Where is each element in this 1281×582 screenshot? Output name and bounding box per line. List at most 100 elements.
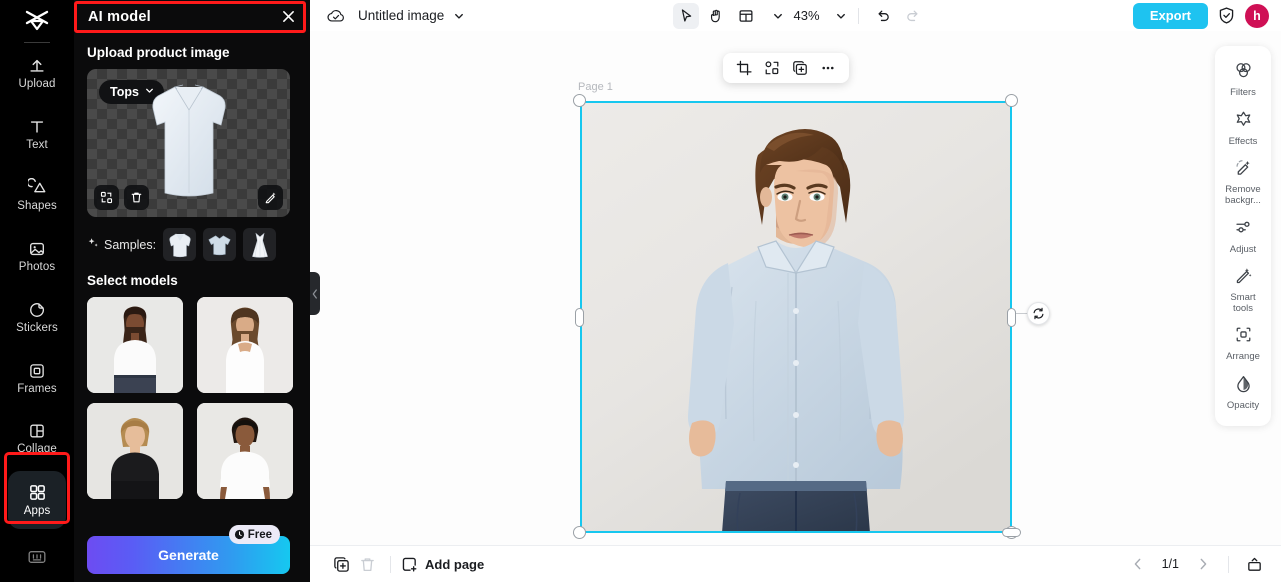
magic-edit-icon[interactable] xyxy=(258,185,283,210)
toolbar-right: Export h xyxy=(1132,2,1269,29)
panel-body: Upload product image Tops Samples: Selec… xyxy=(74,33,310,582)
tool-label: Smart tools xyxy=(1230,292,1256,314)
next-page-button[interactable] xyxy=(1190,551,1216,577)
remove-bg-button[interactable] xyxy=(759,56,785,80)
page-count: 1/1 xyxy=(1161,557,1179,571)
more-button[interactable] xyxy=(815,56,841,80)
tool-adjust[interactable]: Adjust xyxy=(1217,212,1269,261)
add-page-label: Add page xyxy=(425,556,485,572)
keyboard-shortcuts-icon[interactable] xyxy=(0,532,74,582)
model-1[interactable] xyxy=(87,297,183,393)
object-float-toolbar xyxy=(723,53,849,83)
add-page-icon xyxy=(401,556,418,573)
prev-page-button[interactable] xyxy=(1125,551,1151,577)
selection-handle-top-left[interactable] xyxy=(573,94,586,107)
sidebar-item-collage[interactable]: Collage xyxy=(8,410,66,468)
rotate-icon xyxy=(1033,307,1044,320)
models-section-title: Select models xyxy=(87,273,178,288)
sidebar-item-stickers[interactable]: Stickers xyxy=(8,289,66,347)
duplicate-page-icon[interactable] xyxy=(328,551,354,577)
sidebar-item-label: Stickers xyxy=(16,321,58,334)
sidebar-item-shapes[interactable]: Shapes xyxy=(8,167,66,225)
rotate-handle[interactable] xyxy=(1027,302,1050,325)
toolbar-center-tools: 43% xyxy=(672,2,926,29)
tool-effects[interactable]: Effects xyxy=(1217,104,1269,153)
sidebar-item-upload[interactable]: Upload xyxy=(8,45,66,103)
close-icon[interactable] xyxy=(278,7,298,27)
apps-grid-icon xyxy=(28,483,47,502)
layout-tool[interactable] xyxy=(733,3,759,29)
canvas-area[interactable]: Page 1 Filters Effects Remove backgr... … xyxy=(310,31,1281,545)
cloud-saved-icon[interactable] xyxy=(326,7,346,25)
samples-label-group: Samples: xyxy=(87,237,156,252)
document-name[interactable]: Untitled image xyxy=(358,8,444,23)
add-page-button[interactable]: Add page xyxy=(401,556,484,573)
tool-opacity[interactable]: Opacity xyxy=(1217,368,1269,417)
tool-label: Effects xyxy=(1228,135,1258,147)
layout-chevron-down-icon[interactable] xyxy=(772,10,784,22)
tool-arrange[interactable]: Arrange xyxy=(1217,319,1269,368)
crop-icon xyxy=(736,60,752,76)
capcut-logo-icon[interactable] xyxy=(0,4,74,38)
toolbar-divider xyxy=(857,7,859,24)
collage-icon xyxy=(28,422,46,440)
present-button[interactable] xyxy=(1241,551,1267,577)
shapes-icon xyxy=(27,178,47,197)
stickers-icon xyxy=(28,301,46,319)
panel-collapse-handle[interactable] xyxy=(310,272,320,315)
sample-shirt[interactable] xyxy=(163,228,197,261)
top-toolbar: Untitled image 43% Export h xyxy=(310,0,1281,31)
text-icon xyxy=(28,118,46,136)
page-navigation: 1/1 xyxy=(1125,551,1267,577)
tool-smart-tools[interactable]: Smart tools xyxy=(1217,260,1269,319)
tool-label: Filters xyxy=(1230,87,1256,98)
product-image-card[interactable]: Tops xyxy=(87,69,290,217)
shield-check-icon[interactable] xyxy=(1217,6,1236,25)
artboard[interactable] xyxy=(580,101,1012,533)
panel-header: AI model xyxy=(74,0,310,33)
sidebar-item-label: Collage xyxy=(17,443,57,456)
model-3[interactable] xyxy=(87,403,183,499)
zoom-chevron-down-icon[interactable] xyxy=(835,10,847,22)
hand-tool[interactable] xyxy=(703,3,729,29)
undo-icon[interactable] xyxy=(870,3,896,29)
cutout-icon xyxy=(765,61,779,75)
sidebar-item-frames[interactable]: Frames xyxy=(8,349,66,407)
sidebar-item-label: Frames xyxy=(17,382,57,395)
tool-filters[interactable]: Filters xyxy=(1217,55,1269,104)
clock-icon xyxy=(234,529,245,540)
sample-dress[interactable] xyxy=(243,228,277,261)
redo-icon[interactable] xyxy=(900,3,926,29)
selection-handle-top-right[interactable] xyxy=(1005,94,1018,107)
model-4[interactable] xyxy=(197,403,293,499)
sidebar-item-label: Apps xyxy=(23,504,51,517)
tool-label: Adjust xyxy=(1229,243,1257,255)
free-badge: Free xyxy=(228,525,280,544)
sidebar-item-photos[interactable]: Photos xyxy=(8,228,66,286)
filters-icon xyxy=(1234,61,1253,85)
model-2[interactable] xyxy=(197,297,293,393)
trash-icon[interactable] xyxy=(124,185,149,210)
duplicate-button[interactable] xyxy=(787,56,813,80)
delete-page-icon[interactable] xyxy=(354,551,380,577)
export-button[interactable]: Export xyxy=(1132,2,1208,29)
crop-button[interactable] xyxy=(731,56,757,80)
sidebar-item-label: Photos xyxy=(18,260,56,273)
frames-icon xyxy=(28,362,46,380)
left-rail: Upload Text Shapes Photos Stickers Frame… xyxy=(0,0,74,582)
sample-tshirt[interactable] xyxy=(203,228,237,261)
ai-model-panel: AI model Upload product image Tops Sampl… xyxy=(74,0,310,582)
selection-handle-bottom-left[interactable] xyxy=(573,526,586,539)
select-tool[interactable] xyxy=(672,2,699,29)
generated-model-image xyxy=(580,101,1012,533)
main-area: Untitled image 43% Export h Page 1 Filte… xyxy=(310,0,1281,582)
document-chevron-down-icon[interactable] xyxy=(453,10,465,22)
sidebar-item-apps[interactable]: Apps xyxy=(8,471,66,530)
selection-handle-bottom[interactable] xyxy=(1002,528,1021,537)
selection-handle-left[interactable] xyxy=(575,308,584,327)
sidebar-item-text[interactable]: Text xyxy=(8,106,66,164)
replace-image-icon[interactable] xyxy=(94,185,119,210)
avatar[interactable]: h xyxy=(1245,3,1269,28)
selection-handle-right[interactable] xyxy=(1007,308,1016,327)
tool-remove-background[interactable]: Remove backgr... xyxy=(1217,152,1269,211)
